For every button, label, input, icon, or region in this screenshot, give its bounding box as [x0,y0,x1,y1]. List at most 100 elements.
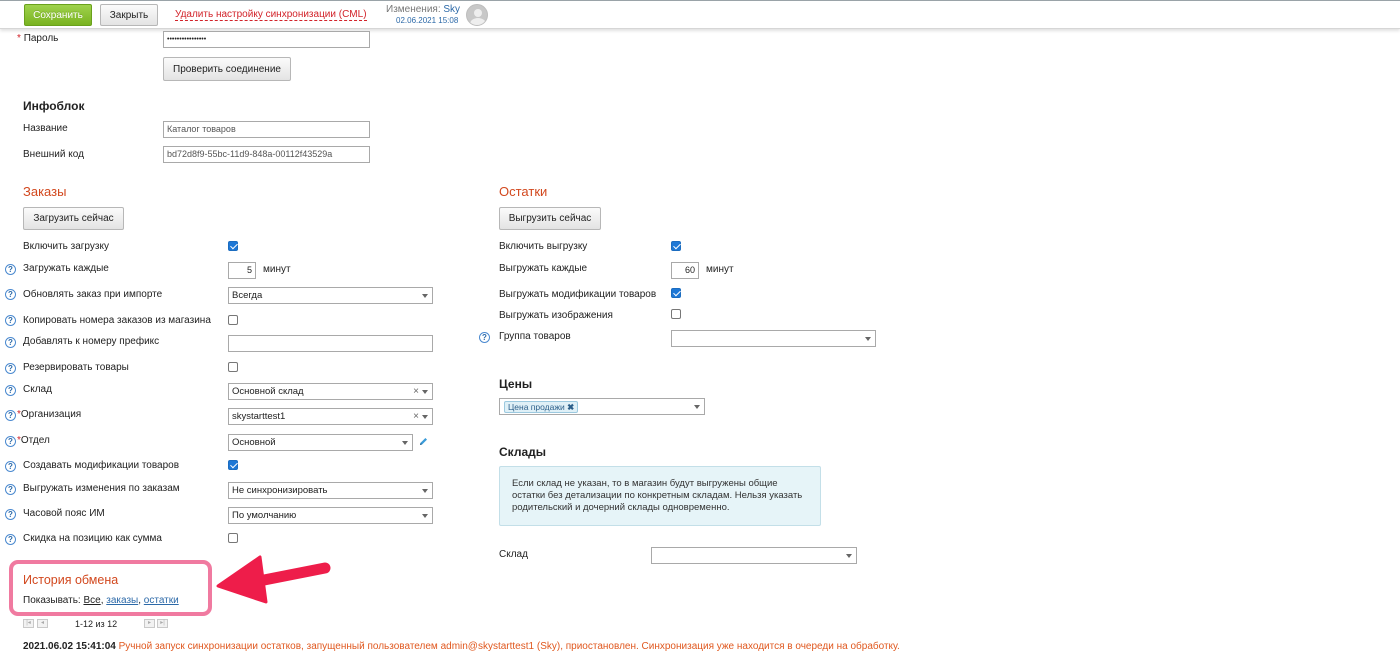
enable-export-label: Включить выгрузку [499,241,588,252]
password-label-text: Пароль [23,33,59,44]
export-mods-checkbox[interactable] [671,288,681,298]
timezone-label: Часовой пояс ИМ [23,508,105,519]
store-label: Склад [23,384,52,395]
chevron-down-icon [422,489,428,493]
discount-label: Скидка на позицию как сумма [23,533,162,544]
load-interval-input[interactable]: 5 [228,262,256,279]
update-order-select[interactable]: Всегда [228,287,433,304]
help-icon[interactable]: ? [5,410,16,421]
help-icon[interactable]: ? [5,264,16,275]
help-icon[interactable]: ? [5,509,16,520]
history-title: История обмена [23,573,119,587]
chevron-down-icon [422,514,428,518]
reserve-checkbox[interactable] [228,362,238,372]
create-mods-checkbox[interactable] [228,460,238,470]
enable-load-label: Включить загрузку [23,241,109,252]
help-icon[interactable]: ? [5,363,16,374]
iblock-title: Инфоблок [23,99,85,113]
chevron-down-icon [694,405,700,409]
avatar[interactable] [466,4,488,26]
timezone-select[interactable]: По умолчанию [228,507,433,524]
filter-orders-link[interactable]: заказы [106,595,138,606]
help-icon[interactable]: ? [479,332,490,343]
load-now-button[interactable]: Загрузить сейчас [23,207,124,230]
iblock-name-input[interactable]: Каталог товаров [163,121,370,138]
prefix-input[interactable] [228,335,433,352]
help-icon[interactable]: ? [5,534,16,545]
update-order-value: Всегда [232,290,263,301]
help-icon[interactable]: ? [5,436,16,447]
chevron-down-icon [846,554,852,558]
org-label: *Организация [17,409,81,421]
clear-icon[interactable]: × [413,386,419,397]
dept-label-text: Отдел [20,435,50,446]
chevron-down-icon [402,441,408,445]
help-icon[interactable]: ? [5,289,16,300]
org-value: skystarttest1 [232,411,286,422]
product-group-select[interactable] [671,330,876,347]
org-select[interactable]: skystarttest1 × [228,408,433,425]
chevron-down-icon [422,390,428,394]
prev-page-button[interactable]: ◂ [37,619,48,628]
dept-value: Основной [232,437,276,448]
help-icon[interactable]: ? [5,315,16,326]
export-images-label: Выгружать изображения [499,310,613,321]
copy-numbers-checkbox[interactable] [228,315,238,325]
filter-stocks-link[interactable]: остатки [144,595,179,606]
prices-title: Цены [499,377,533,391]
first-page-button[interactable]: |◂ [23,619,34,628]
create-mods-label: Создавать модификации товаров [23,460,180,471]
dept-select[interactable]: Основной [228,434,413,451]
chevron-down-icon [865,337,871,341]
pencil-icon[interactable] [418,436,429,447]
export-changes-label: Выгружать изменения по заказам [23,483,180,494]
changes-user-link[interactable]: Sky [443,4,460,15]
discount-checkbox[interactable] [228,533,238,543]
help-icon[interactable]: ? [5,385,16,396]
save-button[interactable]: Сохранить [24,4,92,26]
update-order-label: Обновлять заказ при импорте [23,289,163,300]
prefix-label: Добавлять к номеру префикс [23,336,160,347]
last-page-button[interactable]: ▸| [157,619,168,628]
log-entry: 2021.06.02 15:41:04 Ручной запуск синхро… [23,641,900,652]
load-interval-label: Загружать каждые [23,263,109,274]
help-icon[interactable]: ? [5,461,16,472]
export-mods-label: Выгружать модификации товаров [499,289,657,300]
iblock-xml-label: Внешний код [23,149,84,160]
clear-icon[interactable]: × [413,411,419,422]
export-images-checkbox[interactable] [671,309,681,319]
store-value: Основной склад [232,386,304,397]
close-button[interactable]: Закрыть [100,4,158,26]
export-interval-input[interactable]: 60 [671,262,699,279]
price-tag[interactable]: Цена продажи ✖ [504,401,579,413]
history-filter: Показывать: Все, заказы, остатки [23,595,179,606]
highlight-box [9,560,212,616]
password-input[interactable]: •••••••••••••••• [163,31,370,48]
store-select[interactable]: Основной склад × [228,383,433,400]
export-changes-select[interactable]: Не синхронизировать [228,482,433,499]
changes-info: Изменения: Sky [386,4,460,15]
help-icon[interactable]: ? [5,337,16,348]
changes-date: 02.06.2021 15:08 [396,16,459,25]
product-group-label: Группа товаров [499,331,571,342]
help-icon[interactable]: ? [5,484,16,495]
arrow-annotation [216,555,331,604]
reserve-label: Резервировать товары [23,362,129,373]
iblock-xml-input[interactable]: bd72d8f9-55bc-11d9-848a-00112f43529a [163,146,370,163]
remove-tag-icon[interactable]: ✖ [567,402,574,412]
warehouse-store-select[interactable] [651,547,857,564]
enable-export-checkbox[interactable] [671,241,681,251]
top-border [0,0,1400,1]
delete-sync-link[interactable]: Удалить настройку синхронизации (CML) [175,9,367,21]
iblock-name-label: Название [23,123,68,134]
export-now-button[interactable]: Выгрузить сейчас [499,207,601,230]
enable-load-checkbox[interactable] [228,241,238,251]
filter-all-link[interactable]: Все [83,595,100,606]
password-label: * Пароль [17,33,58,45]
history-show-label: Показывать: [23,595,81,606]
export-interval-unit: минут [706,264,734,275]
warehouse-store-label: Склад [499,549,528,560]
delete-sync-link-text[interactable]: Удалить настройку синхронизации (CML) [175,9,367,21]
check-connection-button[interactable]: Проверить соединение [163,57,291,81]
next-page-button[interactable]: ▸ [144,619,155,628]
